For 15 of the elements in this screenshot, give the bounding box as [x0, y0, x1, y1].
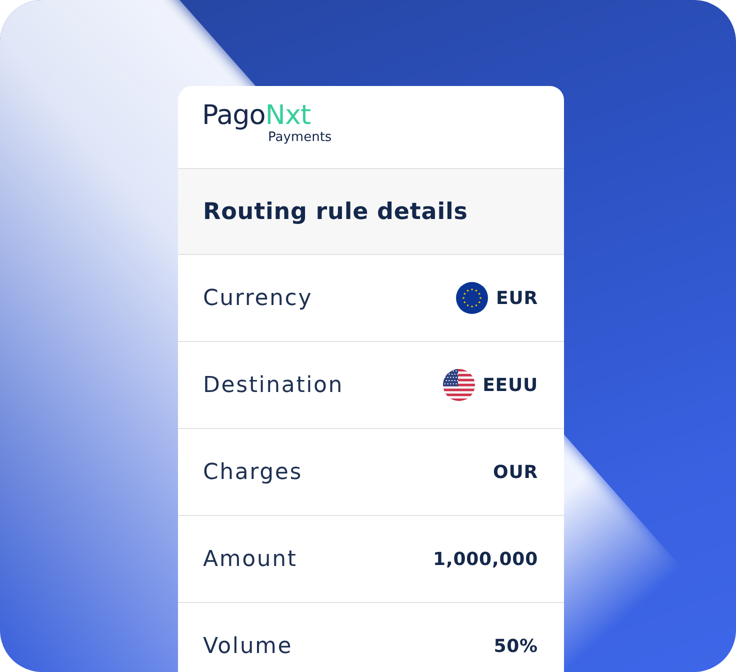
field-label: Amount: [203, 546, 298, 572]
field-label: Currency: [203, 286, 313, 310]
field-value: 1,000,000: [433, 548, 538, 570]
field-value: EEUU: [482, 374, 538, 396]
field-value: OUR: [493, 462, 538, 482]
field-label: Charges: [203, 460, 303, 484]
field-value: 50%: [494, 636, 538, 656]
logo-wordmark: PagoNxt: [202, 100, 311, 132]
eu-flag-icon: [456, 282, 488, 314]
field-label: Destination: [203, 372, 344, 398]
field-label: Volume: [203, 634, 293, 658]
field-value: EUR: [496, 288, 538, 308]
card-title: Routing rule details: [203, 198, 468, 224]
us-flag-icon: [442, 369, 475, 401]
logo-tagline: Payments: [268, 130, 332, 146]
